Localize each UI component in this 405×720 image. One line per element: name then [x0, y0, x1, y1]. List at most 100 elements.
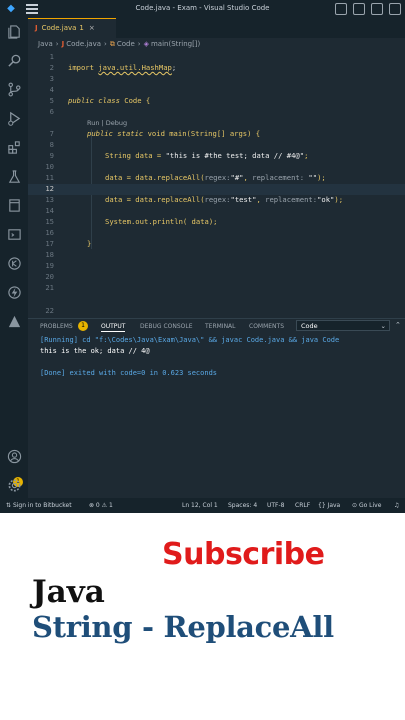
code-line: 4 [28, 85, 405, 96]
editor-tab-bar: J Code.java 1 × [28, 18, 405, 38]
brace: } [87, 239, 92, 248]
java-file-icon: J [35, 24, 38, 32]
keyword: public [68, 96, 94, 105]
eol-status[interactable]: CRLF [295, 502, 310, 509]
cursor-position[interactable]: Ln 12, Col 1 [182, 502, 218, 509]
account-icon[interactable] [6, 448, 22, 464]
line-number: 15 [45, 217, 54, 226]
code-line: 8 [28, 140, 405, 151]
method-signature: main(String[] args) [169, 129, 252, 138]
encoding-status[interactable]: UTF-8 [267, 502, 285, 509]
string-literal: "test" [230, 195, 257, 204]
brace: { [145, 96, 151, 105]
remote-explorer-icon[interactable] [6, 226, 22, 242]
line-number: 2 [49, 63, 54, 72]
go-live-button[interactable]: ⊙ Go Live [352, 502, 381, 509]
code-text: import java.util.HashMap; [68, 63, 176, 72]
line-number: 20 [45, 272, 54, 281]
bitbucket-status[interactable]: ⇅ Sign in to Bitbucket [6, 502, 72, 509]
output-result-line: this is the ok; data // 4@ [40, 347, 150, 355]
code-line: 13 data = data.replaceAll(regex:"test", r… [28, 195, 405, 206]
keyword: public [87, 129, 113, 138]
class-icon: ⧉ [109, 40, 115, 48]
breadcrumb-file[interactable]: Code.java [66, 40, 101, 48]
code-line: 11 data = data.replaceAll(regex:"#", repl… [28, 173, 405, 184]
panel-toggle-icon[interactable] [353, 3, 365, 15]
code-segment: String data = [105, 151, 166, 160]
chevron-down-icon: ⌄ [380, 322, 386, 330]
output-channel-select[interactable]: Code ⌄ [296, 320, 390, 331]
code-line: 14 [28, 206, 405, 217]
search-icon[interactable] [6, 52, 22, 68]
window-controls [335, 3, 401, 15]
line-number: 17 [45, 239, 54, 248]
broadcast-icon: ⊙ [352, 502, 359, 509]
testing-flask-icon[interactable] [6, 168, 22, 184]
code-editor[interactable]: 1 2 import java.util.HashMap; 3 4 5 public… [28, 52, 405, 318]
run-debug-icon[interactable] [6, 110, 22, 126]
java-file-icon: J [61, 40, 65, 48]
tab-code-java[interactable]: J Code.java 1 × [28, 18, 116, 38]
settings-gear-icon[interactable] [6, 477, 22, 493]
code-text: data = data.replaceAll(regex:"#", replac… [105, 173, 326, 182]
output-running-line: [Running] cd "f:\Codes\Java\Exam\Java\" … [40, 336, 340, 344]
output-content: [Running] cd "f:\Codes\Java\Exam\Java\" … [40, 335, 339, 379]
bottom-panel: PROBLEMS 1 OUTPUT DEBUG CONSOLE TERMINAL… [28, 318, 405, 498]
code-text: System.out.println( data); [105, 217, 218, 226]
tab-label: Code.java [41, 24, 77, 32]
breadcrumb-class[interactable]: Code [117, 40, 135, 48]
run-debug-codelens[interactable]: Run | Debug [87, 119, 127, 127]
line-number: 13 [45, 195, 54, 204]
language-caption: Java [32, 574, 105, 610]
line-number: 3 [49, 74, 54, 83]
parameter-hint: replacement: [265, 195, 318, 204]
breadcrumb-method[interactable]: main(String[]) [151, 40, 200, 48]
activity-bar: 1 [0, 18, 28, 498]
line-number: 7 [49, 129, 54, 138]
code-line: 6 [28, 107, 405, 118]
language-status[interactable]: {} Java [318, 502, 340, 509]
line-number: 9 [49, 151, 54, 160]
go-live-label: Go Live [358, 502, 382, 509]
tab-close-icon[interactable]: × [89, 24, 95, 32]
breadcrumb-folder[interactable]: Java [38, 40, 53, 48]
problems-status[interactable]: ⊗ 0 ⚠ 1 [89, 502, 113, 509]
line-number: 1 [49, 52, 54, 61]
code-segment: data = data.replaceAll( [105, 195, 205, 204]
code-line: 16 [28, 228, 405, 239]
code-line: 21 [28, 283, 405, 294]
parameter-hint: replacement: [252, 173, 305, 182]
notifications-bell-icon[interactable]: ♫ [394, 502, 399, 509]
code-line: 2 import java.util.HashMap; [28, 63, 405, 74]
notebook-icon[interactable] [6, 197, 22, 213]
timeline-icon[interactable] [6, 255, 22, 271]
subscribe-caption: Subscribe [162, 537, 325, 572]
explorer-icon[interactable] [6, 23, 22, 39]
extensions-icon[interactable] [6, 139, 22, 155]
tab-problems[interactable]: PROBLEMS [40, 323, 73, 330]
return-type: void [147, 129, 165, 138]
line-number: 5 [49, 96, 54, 105]
string-literal: "" [308, 173, 318, 182]
sidebar-toggle-icon[interactable] [371, 3, 383, 15]
deploy-icon[interactable] [6, 313, 22, 329]
source-control-icon[interactable] [6, 81, 22, 97]
layout-toggle-icon[interactable] [335, 3, 347, 15]
maximize-panel-icon[interactable]: ⌃ [395, 321, 401, 329]
punctuation: ); [334, 195, 344, 204]
tab-output[interactable]: OUTPUT [101, 323, 126, 332]
tab-comments[interactable]: COMMENTS [249, 323, 284, 330]
breadcrumb: Java › J Code.java › ⧉ Code › ◈ main(String[]) [28, 38, 405, 52]
customize-layout-icon[interactable] [389, 3, 401, 15]
code-line: 5 public class Code { [28, 96, 405, 107]
line-number: 21 [45, 283, 54, 292]
tab-debug-console[interactable]: DEBUG CONSOLE [140, 323, 193, 330]
panel-tabs: PROBLEMS 1 OUTPUT DEBUG CONSOLE TERMINAL… [28, 319, 405, 333]
indentation-status[interactable]: Spaces: 4 [228, 502, 257, 509]
language-label: Java [327, 502, 341, 509]
tab-terminal[interactable]: TERMINAL [205, 323, 236, 330]
parameter-hint: regex: [204, 173, 231, 182]
problems-badge: 1 [78, 321, 88, 331]
code-line: 1 [28, 52, 405, 63]
live-share-icon[interactable] [6, 284, 22, 300]
